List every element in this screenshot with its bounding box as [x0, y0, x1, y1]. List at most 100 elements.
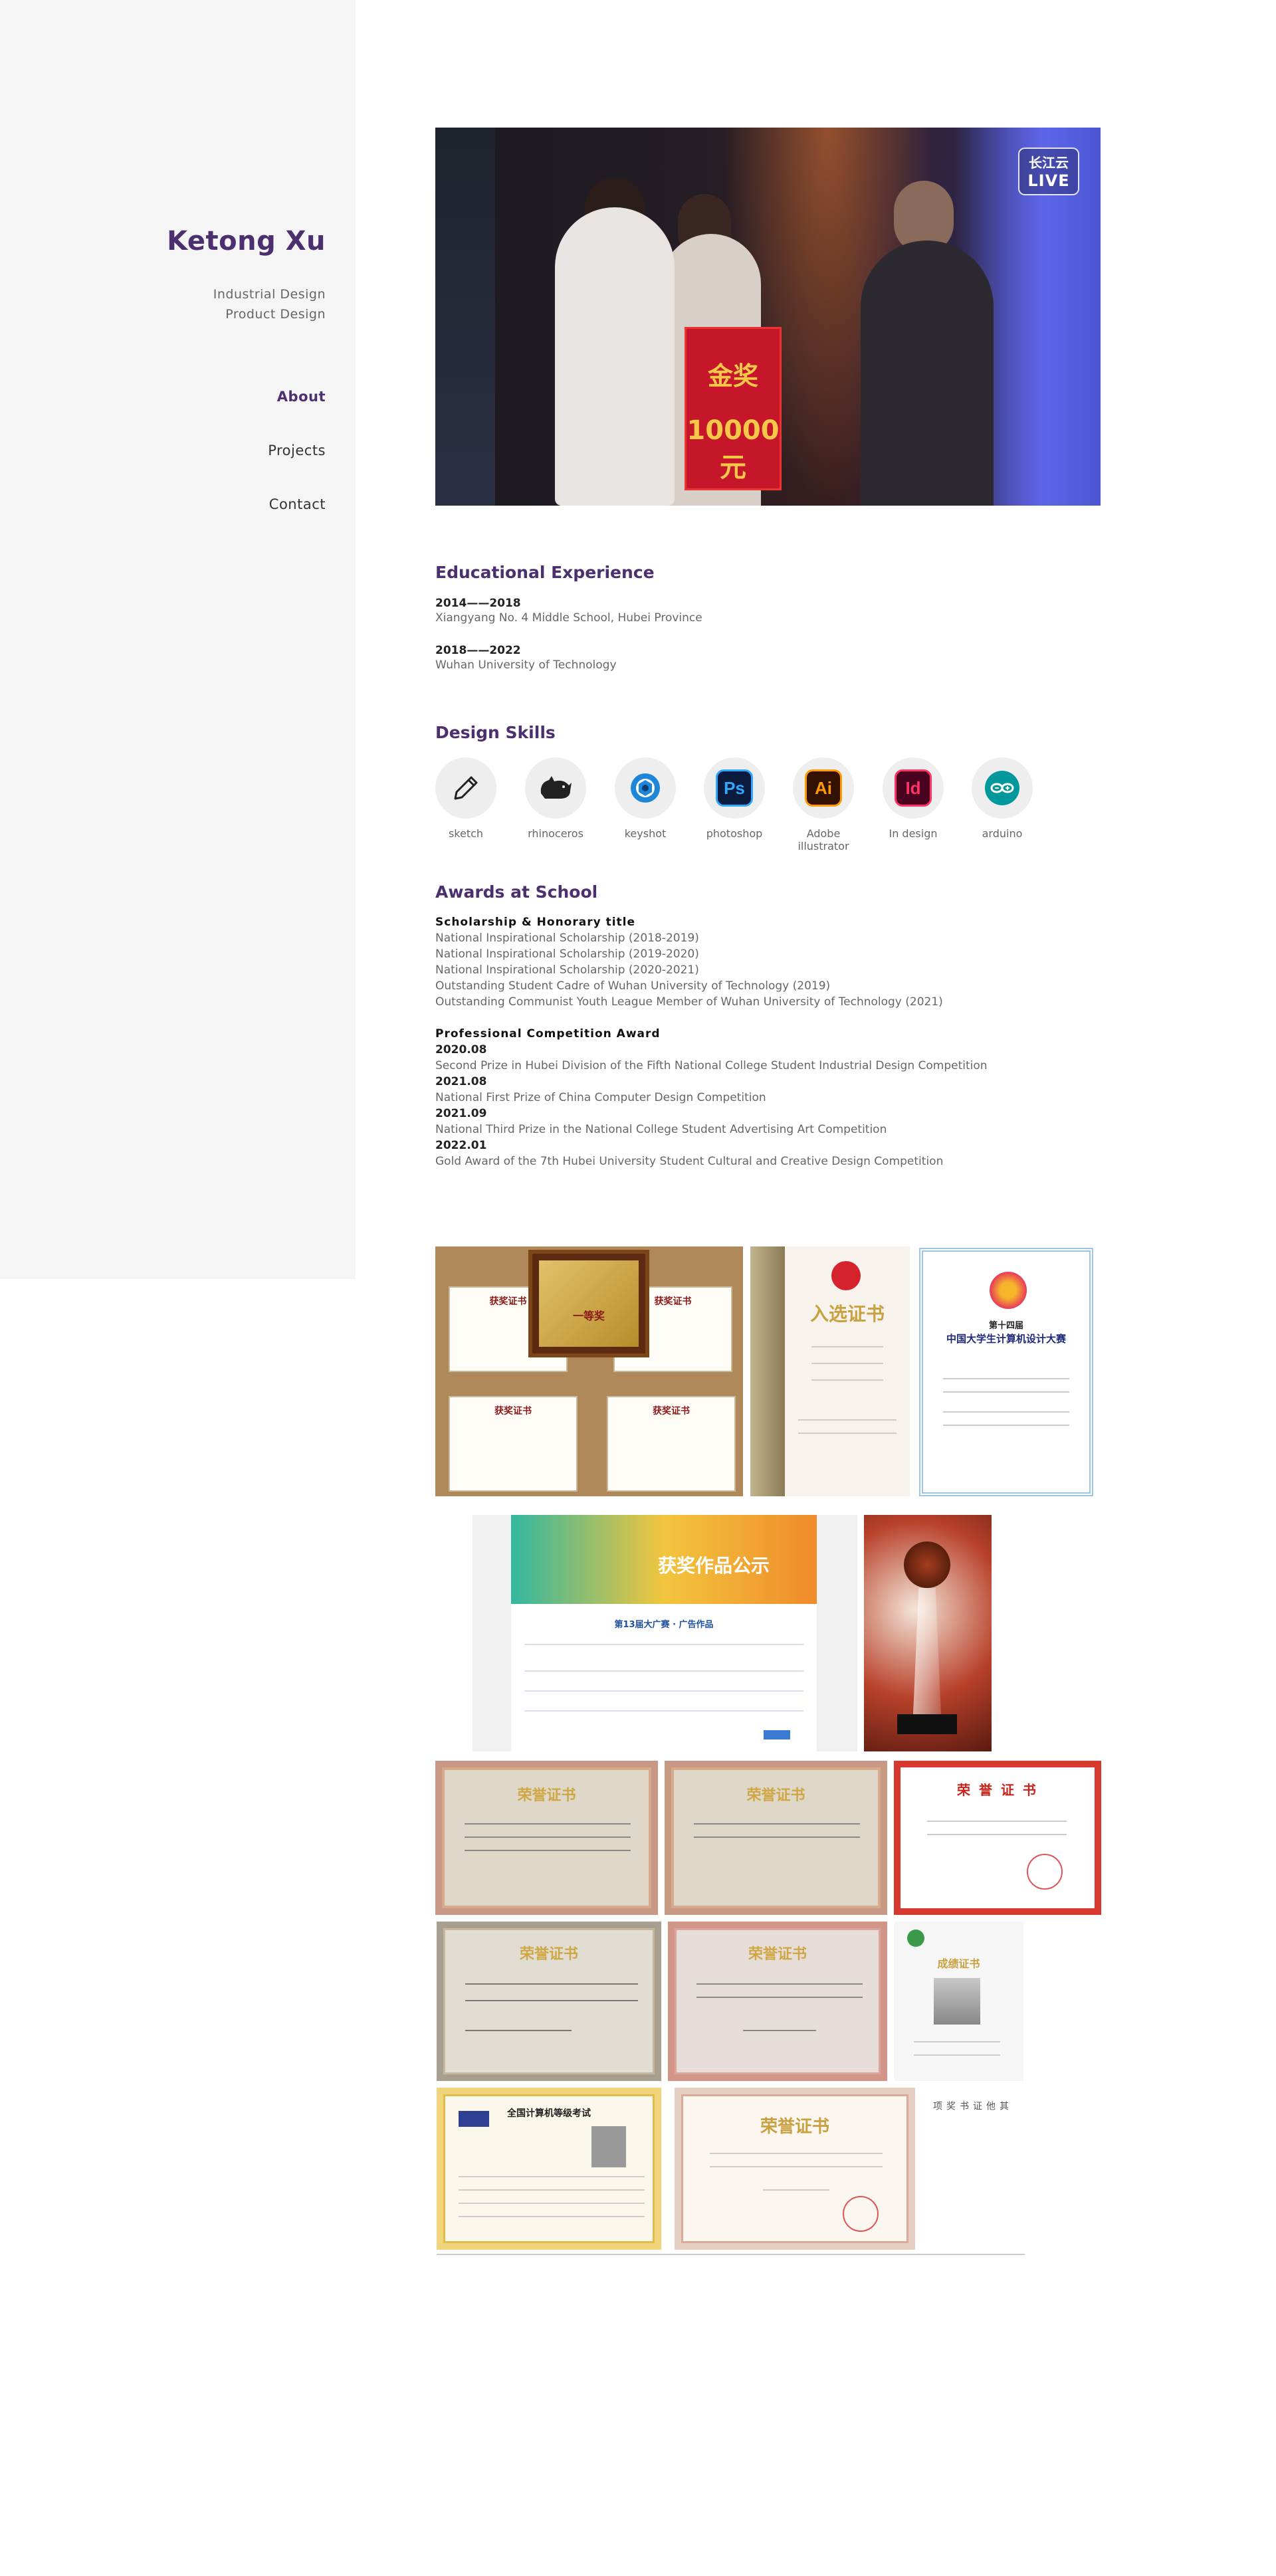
- skills-heading: Design Skills: [435, 723, 556, 742]
- cert-title: 荣誉证书: [517, 1787, 576, 1804]
- trophy-globe: [904, 1541, 950, 1588]
- list-item: National Inspirational Scholarship (2020…: [435, 963, 699, 977]
- list-item: Second Prize in Hubei Division of the Fi…: [435, 1059, 988, 1072]
- skill-label: photoshop: [706, 827, 763, 840]
- indesign-icon[interactable]: Id: [883, 757, 944, 819]
- honor-certificate-4: 荣誉证书: [437, 1922, 661, 2081]
- certificate-thumb: 获奖证书: [449, 1396, 578, 1492]
- indesign-badge: Id: [895, 769, 932, 807]
- award-date: 2021.08: [435, 1075, 487, 1088]
- computer-exam-certificate: 全国计算机等级考试: [437, 2088, 661, 2250]
- trophy-photo: [864, 1515, 992, 1751]
- certificate-spine: [750, 1246, 785, 1496]
- honor-certificate-6: 荣誉证书: [675, 2088, 915, 2250]
- skill-label: Adobe illustrator: [798, 827, 849, 852]
- education-years: 2014——2018: [435, 597, 521, 610]
- list-item: Outstanding Communist Youth League Membe…: [435, 995, 943, 1009]
- honor-certificate-1: 荣誉证书: [435, 1761, 658, 1915]
- honor-certificate-5: 荣誉证书: [668, 1922, 887, 2081]
- certificate-computer-design: 第十四届 中国大学生计算机设计大赛: [919, 1248, 1093, 1496]
- plaque-text: 一等奖: [572, 1310, 605, 1322]
- cert-title: 荣誉证书: [760, 2117, 829, 2137]
- honor-certificate-3: 荣 誉 证 书: [894, 1761, 1101, 1915]
- skill-label: rhinoceros: [528, 827, 584, 840]
- announcement-table: 第13届大广赛 · 广告作品: [511, 1604, 817, 1751]
- trophy-image: [934, 1978, 980, 2025]
- award-sign: 金奖 10000元: [685, 327, 782, 490]
- skill-label: keyshot: [624, 827, 667, 840]
- skill-arduino: arduino: [962, 757, 1042, 840]
- photoshop-badge: Ps: [716, 769, 753, 807]
- university-logo-icon: [907, 1930, 924, 1947]
- flower-logo-icon: [990, 1272, 1027, 1309]
- emblem-icon: [831, 1261, 861, 1290]
- skill-sketch: sketch: [426, 757, 506, 840]
- honor-certificate-2: 荣誉证书: [665, 1761, 887, 1915]
- award-date: 2020.08: [435, 1043, 487, 1056]
- cert-title: 荣誉证书: [519, 1946, 578, 1963]
- education-school: Xiangyang No. 4 Middle School, Hubei Pro…: [435, 611, 702, 625]
- nav-contact[interactable]: Contact: [268, 496, 326, 550]
- illustrator-badge: Ai: [805, 769, 842, 807]
- gallery-side-note: 其他证书奖项: [932, 2101, 1009, 2110]
- seal-icon: [843, 2196, 879, 2232]
- skill-indesign: Id In design: [873, 757, 953, 840]
- award-date: 2021.09: [435, 1107, 487, 1120]
- gallery-divider: [437, 2254, 1025, 2255]
- education-heading: Educational Experience: [435, 563, 655, 582]
- skill-keyshot: keyshot: [605, 757, 685, 840]
- subtitle-industrial: Industrial Design: [213, 287, 326, 302]
- nav-projects[interactable]: Projects: [268, 443, 326, 496]
- arduino-icon[interactable]: [972, 757, 1033, 819]
- broadcast-logo: 长江云 LIVE: [1018, 148, 1079, 195]
- cert-title: 中国大学生计算机设计大赛: [946, 1333, 1066, 1345]
- education-years: 2018——2022: [435, 644, 521, 657]
- photoshop-icon[interactable]: Ps: [704, 757, 765, 819]
- sidebar: Ketong Xu Industrial Design Product Desi…: [0, 0, 356, 1279]
- vertical-caption-strip: [435, 1515, 473, 1751]
- cert-title: 荣誉证书: [746, 1787, 805, 1804]
- skill-label: arduino: [982, 827, 1023, 840]
- skill-illustrator: Ai Adobe illustrator: [784, 757, 863, 852]
- broadcast-logo-name: 长江云: [1029, 155, 1069, 171]
- trophy-base: [897, 1714, 957, 1734]
- plaque: 一等奖: [528, 1250, 649, 1357]
- list-item: National Inspirational Scholarship (2019…: [435, 947, 699, 961]
- skill-label: In design: [889, 827, 938, 840]
- certificate-photo-table: 获奖证书 获奖证书 一等奖 获奖证书 获奖证书: [435, 1246, 743, 1496]
- cert-title: 获奖证书: [494, 1406, 532, 1417]
- banner-subtitle: 第13届大广赛 · 广告作品: [614, 1620, 714, 1630]
- illustrator-icon[interactable]: Ai: [793, 757, 854, 819]
- certificate-thumb: 获奖证书: [607, 1396, 736, 1492]
- hero-photo: 金奖 10000元 长江云 LIVE: [435, 128, 1101, 506]
- award-announcement-screenshot: 获奖作品公示 第13届大广赛 · 广告作品: [435, 1515, 857, 1751]
- cert-title: 成绩证书: [937, 1957, 980, 1970]
- cert-title: 荣誉证书: [748, 1946, 807, 1963]
- award-sign-amount: 10000元: [687, 415, 780, 483]
- trophy-crystal: [913, 1588, 941, 1714]
- pencil-icon[interactable]: [435, 757, 496, 819]
- keyshot-icon[interactable]: [615, 757, 676, 819]
- list-item: National Inspirational Scholarship (2018…: [435, 932, 699, 945]
- subtitle-product: Product Design: [225, 307, 326, 322]
- cert-title: 入选证书: [809, 1303, 885, 1325]
- list-item: National Third Prize in the National Col…: [435, 1123, 887, 1136]
- awards-heading: Awards at School: [435, 882, 598, 902]
- skill-label: sketch: [448, 827, 484, 840]
- skill-photoshop: Ps photoshop: [694, 757, 774, 840]
- site-title[interactable]: Ketong Xu: [167, 226, 326, 256]
- seal-icon: [1027, 1854, 1063, 1890]
- rhino-icon[interactable]: [525, 757, 586, 819]
- brand: Ketong Xu Industrial Design Product Desi…: [167, 226, 326, 324]
- list-item: National First Prize of China Computer D…: [435, 1091, 766, 1104]
- competition-list: Professional Competition Award 2020.08 S…: [435, 1026, 988, 1169]
- education-school: Wuhan University of Technology: [435, 658, 617, 672]
- main-nav: About Projects Contact: [268, 389, 326, 550]
- competition-title: Professional Competition Award: [435, 1027, 661, 1040]
- score-certificate: 成绩证书: [894, 1922, 1023, 2081]
- list-item: Gold Award of the 7th Hubei University S…: [435, 1155, 944, 1168]
- award-sign-top: 金奖: [707, 361, 758, 391]
- award-date: 2022.01: [435, 1139, 487, 1152]
- certificate-selection: 入选证书: [785, 1246, 910, 1496]
- nav-about[interactable]: About: [268, 389, 326, 443]
